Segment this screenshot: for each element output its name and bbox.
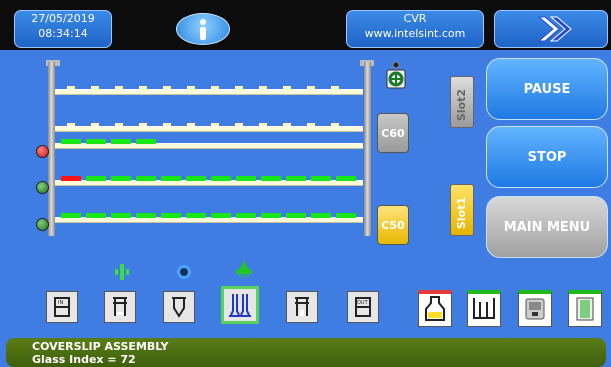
next-page-button[interactable] [494, 10, 608, 48]
lamp-indicator-icon [234, 260, 254, 282]
rack-shelf [55, 139, 363, 150]
storage-button[interactable] [518, 290, 552, 327]
tool-nozzle-button[interactable] [163, 291, 195, 323]
rack-shelf [55, 86, 363, 96]
slide-slot-indicator [61, 139, 81, 144]
svg-text:IN: IN [58, 300, 63, 306]
tool-out-button[interactable]: OUT [347, 291, 379, 323]
info-button[interactable] [176, 13, 230, 45]
site-name: CVR [403, 12, 427, 25]
date-text: 27/05/2019 [31, 12, 95, 25]
rack-icon [473, 298, 495, 319]
svg-text:OUT: OUT [357, 300, 369, 306]
tool-holder-button[interactable] [286, 291, 318, 323]
slide-slot-indicator [311, 176, 331, 181]
storage-icon [525, 298, 545, 320]
rack-shelf [55, 213, 363, 224]
led-green [36, 181, 49, 194]
coverslip-pair-icon [229, 294, 251, 317]
info-icon [200, 19, 206, 25]
rack-button[interactable] [467, 290, 501, 327]
rack-left-post [48, 62, 55, 236]
slide-slot-indicator [86, 176, 106, 181]
slide-slot-indicator [86, 213, 106, 218]
slot2-button[interactable]: Slot2 [450, 76, 474, 128]
pause-button[interactable]: PAUSE [486, 58, 608, 120]
tray-in-icon: IN [54, 297, 70, 317]
glass-index: Glass Index = 72 [32, 353, 136, 366]
slide-slot-indicator [286, 176, 306, 181]
bottle-button[interactable] [418, 290, 452, 327]
site-url: www.intelsint.com [364, 27, 466, 40]
datetime-display: 27/05/2019 08:34:14 [14, 10, 112, 48]
slot1-label: Slot1 [455, 196, 468, 229]
holder-icon [295, 297, 309, 316]
slide-slot-indicator [336, 213, 356, 218]
slide-slot-indicator [336, 176, 356, 181]
rack-right-post [364, 62, 371, 236]
status-bar: COVERSLIP ASSEMBLY Glass Index = 72 [6, 338, 606, 367]
slide-slot-indicator [111, 139, 131, 144]
slide-slot-indicator [61, 176, 81, 181]
c50-box[interactable]: C50 [377, 205, 409, 245]
led-red [36, 145, 49, 158]
slide-slot-indicator [136, 213, 156, 218]
slide-slot-indicator [236, 213, 256, 218]
slide-slot-indicator [186, 213, 206, 218]
door-button[interactable] [568, 290, 602, 327]
rack-shelf [55, 123, 363, 133]
slide-slot-indicator [136, 176, 156, 181]
slide-slot-indicator [236, 176, 256, 181]
slide-slot-indicator [161, 176, 181, 181]
slide-slot-indicator [136, 139, 156, 144]
double-chevron-right-icon [537, 16, 572, 42]
tool-coverslip-button[interactable] [221, 286, 259, 324]
c60-box[interactable]: C60 [377, 113, 409, 153]
slide-slot-indicator [261, 213, 281, 218]
slide-slot-indicator [186, 176, 206, 181]
fan-icon [386, 60, 406, 90]
tool-clamp-button[interactable] [104, 291, 136, 323]
time-text: 08:34:14 [38, 27, 88, 40]
slide-slot-indicator [111, 213, 131, 218]
top-bar: 27/05/2019 08:34:14 CVR www.intelsint.co… [0, 0, 611, 50]
slot1-button[interactable]: Slot1 [450, 184, 474, 236]
nozzle-icon [172, 297, 186, 318]
main-menu-button[interactable]: MAIN MENU [486, 196, 608, 258]
slide-slot-indicator [86, 139, 106, 144]
sensor-indicator-icon [115, 264, 129, 284]
bottle-icon [425, 296, 445, 321]
slide-slot-indicator [261, 176, 281, 181]
clamp-icon [113, 297, 127, 316]
site-display: CVR www.intelsint.com [346, 10, 484, 48]
slide-slot-indicator [211, 176, 231, 181]
rack-shelf [55, 176, 363, 187]
status-title: COVERSLIP ASSEMBLY [32, 340, 169, 353]
slide-slot-indicator [111, 176, 131, 181]
slide-slot-indicator [286, 213, 306, 218]
slot2-label: Slot2 [455, 88, 468, 121]
door-icon [576, 297, 594, 321]
slide-slot-indicator [311, 213, 331, 218]
led-green [36, 218, 49, 231]
stop-button[interactable]: STOP [486, 126, 608, 188]
ring-indicator-icon [176, 264, 192, 284]
slide-slot-indicator [61, 213, 81, 218]
tray-out-icon: OUT [355, 297, 371, 317]
slide-slot-indicator [211, 213, 231, 218]
slide-slot-indicator [161, 213, 181, 218]
tool-in-button[interactable]: IN [46, 291, 78, 323]
